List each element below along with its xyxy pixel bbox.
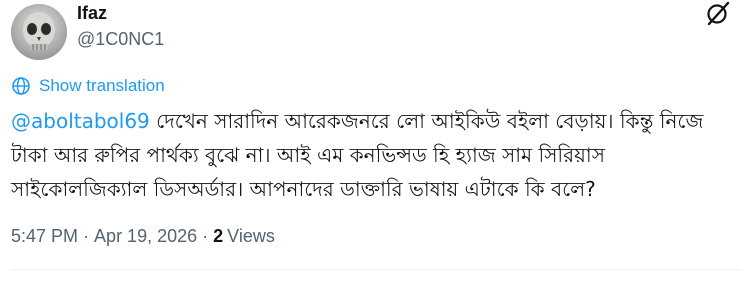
mention-link[interactable]: @aboltabol69 [11,109,150,133]
show-translation-label: Show translation [39,76,165,95]
grok-button[interactable] [704,0,732,28]
tweet-meta: 5:47 PM · Apr 19, 2026 · 2 Views [11,224,275,248]
meta-separator: · [202,226,209,246]
divider [11,269,741,270]
views-count[interactable]: 2 [213,224,223,248]
skull-avatar-image [11,4,67,60]
meta-separator: · [83,226,90,246]
globe-icon [12,77,30,95]
grok-icon [707,1,730,26]
tweet-body: @aboltabol69 দেখেন সারাদিন আরেকজনরে লো আ… [11,104,741,206]
author-handle[interactable]: @1C0NC1 [77,28,164,50]
views-label[interactable]: Views [227,224,275,248]
tweet-time[interactable]: 5:47 PM [11,224,78,248]
tweet-date[interactable]: Apr 19, 2026 [94,224,197,248]
author-display-name[interactable]: Ifaz [77,2,107,24]
avatar[interactable] [11,4,67,60]
show-translation-link[interactable]: Show translation [11,76,165,96]
